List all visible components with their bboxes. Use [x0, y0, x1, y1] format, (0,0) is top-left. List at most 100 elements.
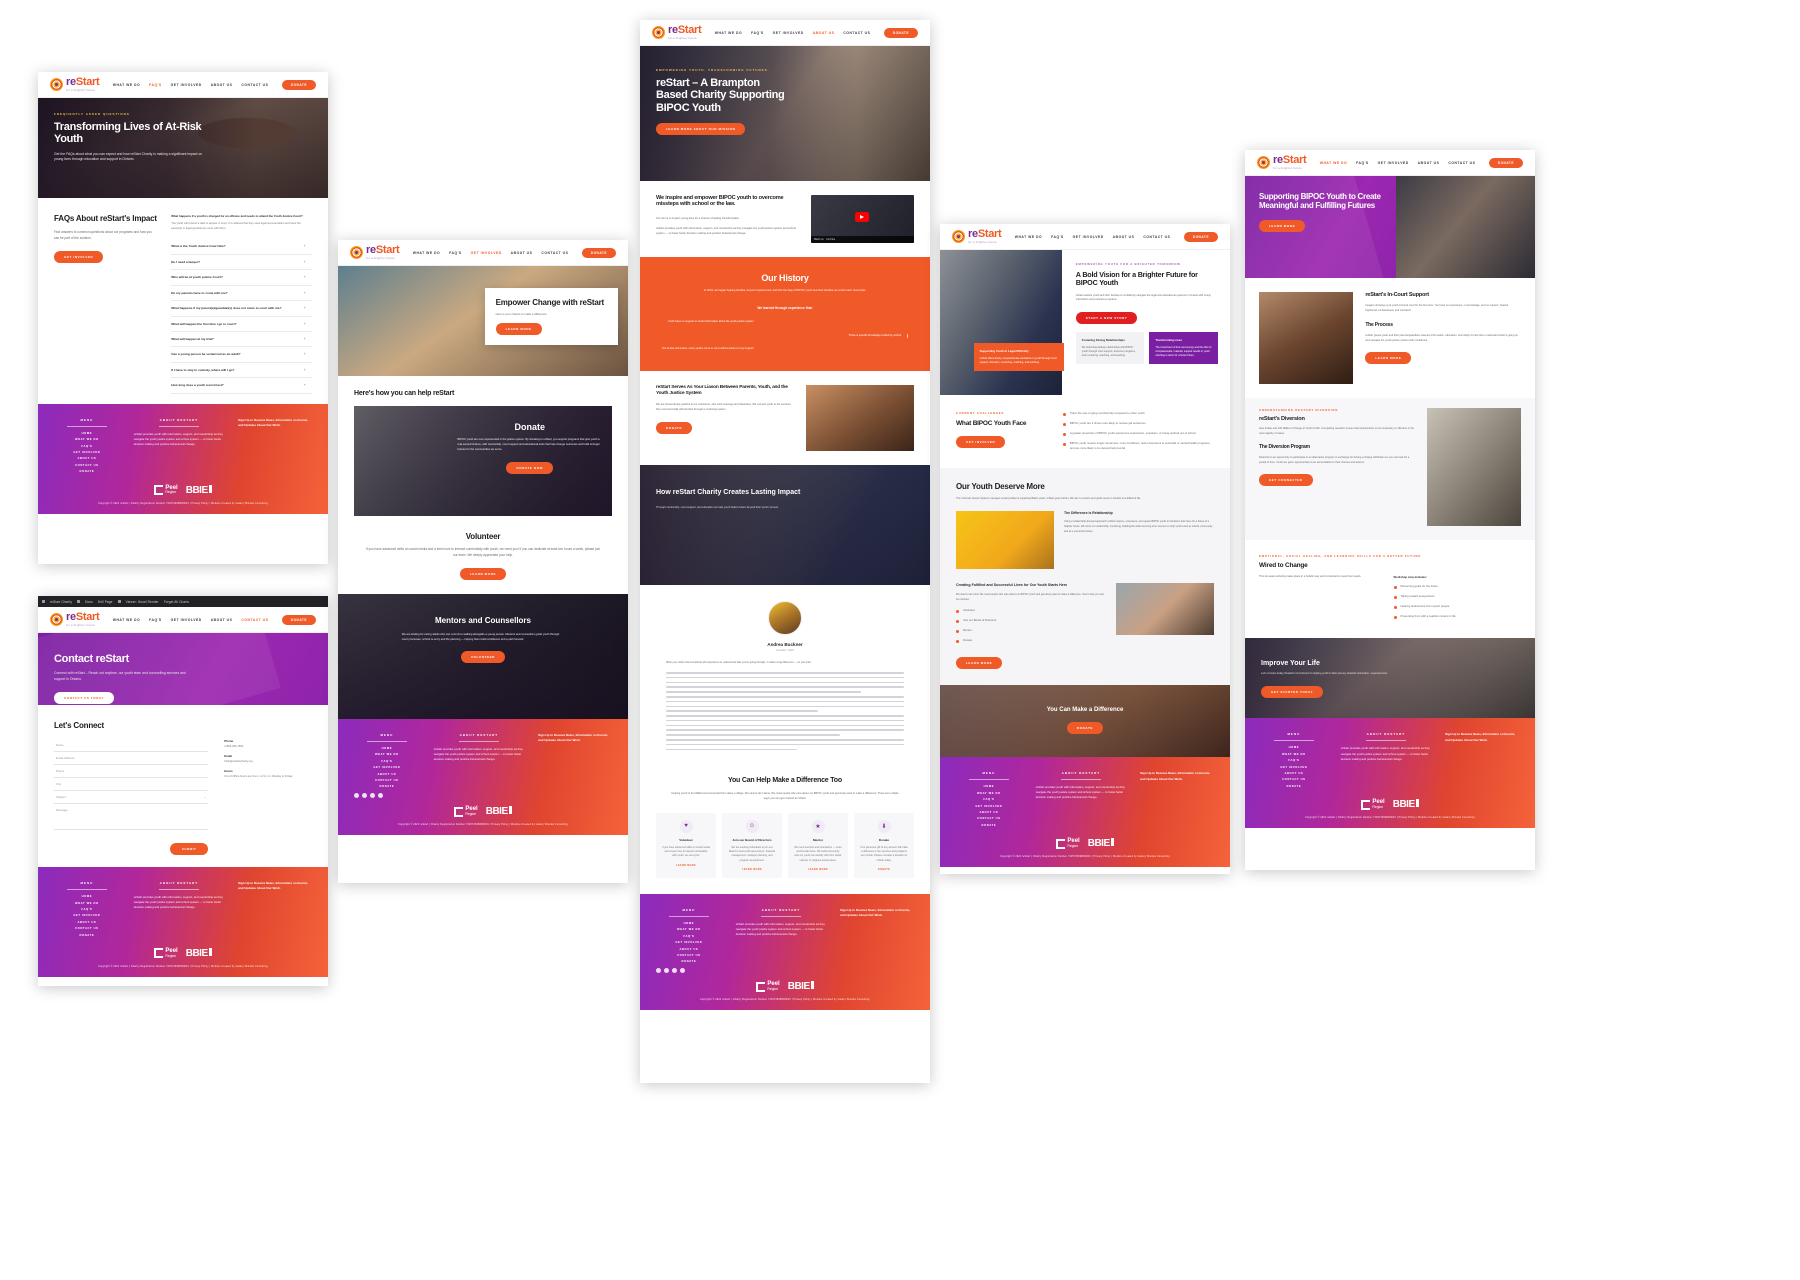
liaison-donate-button[interactable]: DONATE: [656, 422, 693, 435]
footer-link-about-us[interactable]: ABOUT US: [1261, 772, 1327, 775]
footer-link-what-we-do[interactable]: WHAT WE DO: [54, 902, 120, 905]
nav-get-involved[interactable]: GET INVOLVED: [1378, 161, 1409, 165]
bookmark-4[interactable]: Forget All Charts: [164, 600, 189, 604]
footer-link-what-we-do[interactable]: WHAT WE DO: [354, 753, 420, 756]
donate-button[interactable]: DONATE: [1183, 231, 1218, 242]
nav-faqs[interactable]: FAQ'S: [449, 251, 462, 255]
nav-get-involved[interactable]: GET INVOLVED: [1073, 235, 1104, 239]
start-new-story-button[interactable]: START A NEW STORY: [1075, 312, 1138, 325]
footer-link-home[interactable]: HOME: [956, 785, 1022, 788]
nav-faqs[interactable]: FAQ'S: [751, 31, 764, 35]
footer-link-donate[interactable]: DONATE: [956, 824, 1022, 827]
faq-item[interactable]: Who will be at youth justice Court? +: [171, 270, 312, 286]
page-faq[interactable]: reStart for a brighter future WHAT WE DO…: [38, 72, 328, 564]
footer-link-donate[interactable]: DONATE: [354, 785, 420, 788]
video-embed[interactable]: Watch on YouTube: [810, 195, 914, 243]
page-support[interactable]: reStart for a brighter future WHAT WE DO…: [1245, 150, 1535, 870]
card-link[interactable]: DONATE: [860, 868, 908, 871]
nav-what-we-do[interactable]: WHAT WE DO: [1320, 161, 1347, 165]
faq-item[interactable]: If I have to stay in custody, where will…: [171, 363, 312, 379]
footer-link-get-involved[interactable]: GET INVOLVED: [656, 941, 722, 944]
nav-get-involved[interactable]: GET INVOLVED: [171, 83, 202, 87]
page-home[interactable]: reStart for a brighter future WHAT WE DO…: [640, 20, 930, 1083]
footer-link-faqs[interactable]: FAQ'S: [354, 760, 420, 763]
card-link[interactable]: LEARN MORE: [728, 868, 776, 871]
footer-link-donate[interactable]: DONATE: [54, 934, 120, 937]
nav-about-us[interactable]: ABOUT US: [1113, 235, 1135, 239]
footer-link-contact-us[interactable]: CONTACT US: [656, 954, 722, 957]
social-links[interactable]: [354, 793, 420, 799]
nav-get-involved[interactable]: GET INVOLVED: [773, 31, 804, 35]
nav-about-us[interactable]: ABOUT US: [211, 618, 233, 622]
volunteer-learn-more-button[interactable]: LEARN MORE: [459, 568, 507, 581]
contact-cta-button[interactable]: CONTACT US TODAY: [54, 691, 115, 704]
donate-button[interactable]: DONATE: [1488, 157, 1523, 168]
nav-about-us[interactable]: ABOUT US: [511, 251, 533, 255]
get-connected-button[interactable]: GET CONNECTED: [1259, 474, 1313, 487]
footer-link-contact-us[interactable]: CONTACT US: [54, 927, 120, 930]
footer-link-get-involved[interactable]: GET INVOLVED: [354, 766, 420, 769]
footer-link-about-us[interactable]: ABOUT US: [354, 773, 420, 776]
footer-link-donate[interactable]: DONATE: [1261, 785, 1327, 788]
nav-what-we-do[interactable]: WHAT WE DO: [715, 31, 742, 35]
footer-link-home[interactable]: HOME: [1261, 746, 1327, 749]
help-card[interactable]: ★ Mentor We need mentors and counsellors…: [788, 812, 848, 878]
card-link[interactable]: LEARN MORE: [662, 864, 710, 867]
fulfilled-learn-more-button[interactable]: LEARN MORE: [956, 657, 1003, 670]
footer-link-what-we-do[interactable]: WHAT WE DO: [54, 438, 120, 441]
footer-link-donate[interactable]: DONATE: [54, 470, 120, 473]
learn-more-mission-button[interactable]: LEARN MORE ABOUT OUR MISSION: [656, 122, 746, 135]
nav-contact-us[interactable]: CONTACT US: [843, 31, 870, 35]
logo[interactable]: reStart for a brighter future: [350, 245, 400, 260]
help-card[interactable]: ♥ Volunteer If you have advanced skills …: [656, 812, 716, 878]
nav-what-we-do[interactable]: WHAT WE DO: [113, 83, 140, 87]
footer-link-home[interactable]: HOME: [656, 922, 722, 925]
logo[interactable]: reStart for a brighter future: [50, 77, 100, 92]
footer-link-home[interactable]: HOME: [54, 432, 120, 435]
logo[interactable]: reStart for a brighter future: [652, 25, 702, 40]
nav-about-us[interactable]: ABOUT US: [211, 83, 233, 87]
bookmark-2[interactable]: Drill Page: [98, 600, 113, 604]
footer-link-contact-us[interactable]: CONTACT US: [956, 817, 1022, 820]
footer-link-get-involved[interactable]: GET INVOLVED: [54, 451, 120, 454]
subject-field[interactable]: Subject: [56, 795, 66, 799]
logo[interactable]: reStart for a brighter future: [1257, 155, 1307, 170]
footer-link-contact-us[interactable]: CONTACT US: [54, 464, 120, 467]
nav-what-we-do[interactable]: WHAT WE DO: [113, 618, 140, 622]
nav-contact-us[interactable]: CONTACT US: [1143, 235, 1170, 239]
get-started-button[interactable]: GET STARTED TODAY: [1261, 686, 1324, 699]
footer-link-what-we-do[interactable]: WHAT WE DO: [656, 928, 722, 931]
nav-what-we-do[interactable]: WHAT WE DO: [1015, 235, 1042, 239]
difference-donate-button[interactable]: DONATE: [1066, 722, 1104, 735]
bookmark-0[interactable]: reStart Charity: [50, 600, 72, 604]
nav-contact-us[interactable]: CONTACT US: [241, 83, 268, 87]
main-nav[interactable]: WHAT WE DO FAQ'S GET INVOLVED ABOUT US C…: [1015, 235, 1171, 239]
footer-link-about-us[interactable]: ABOUT US: [54, 921, 120, 924]
support-learn-more-button[interactable]: LEARN MORE: [1259, 219, 1306, 232]
incourt-learn-more-button[interactable]: LEARN MORE: [1365, 352, 1412, 365]
nav-about-us[interactable]: ABOUT US: [813, 31, 835, 35]
help-card[interactable]: ⬇ Donate Your generous gift of any amoun…: [854, 812, 914, 878]
main-nav[interactable]: WHAT WE DO FAQ'S GET INVOLVED ABOUT US C…: [113, 618, 269, 622]
faq-item[interactable]: Do my parents have to come with me? +: [171, 286, 312, 302]
main-nav[interactable]: WHAT WE DO FAQ'S GET INVOLVED ABOUT US C…: [1320, 161, 1476, 165]
phone-field[interactable]: Phone: [54, 765, 209, 779]
donate-button[interactable]: DONATE: [281, 614, 316, 625]
nav-what-we-do[interactable]: WHAT WE DO: [413, 251, 440, 255]
page-get-involved[interactable]: reStart for a brighter future WHAT WE DO…: [338, 240, 628, 883]
faq-item[interactable]: Do I need a lawyer? +: [171, 255, 312, 271]
page-vision[interactable]: reStart for a brighter future WHAT WE DO…: [940, 224, 1230, 874]
footer-link-home[interactable]: HOME: [354, 747, 420, 750]
nav-get-involved[interactable]: GET INVOLVED: [171, 618, 202, 622]
faq-item[interactable]: What will happen at my trial? +: [171, 332, 312, 348]
nav-contact-us[interactable]: CONTACT US: [241, 618, 268, 622]
footer-link-about-us[interactable]: ABOUT US: [656, 948, 722, 951]
donate-button[interactable]: DONATE: [281, 79, 316, 90]
donate-button[interactable]: DONATE: [883, 27, 918, 38]
browser-bookmark-bar[interactable]: reStart Charity Docs Drill Page Viewer: …: [38, 596, 328, 607]
donate-now-button[interactable]: DONATE NOW: [506, 461, 554, 474]
footer-link-what-we-do[interactable]: WHAT WE DO: [1261, 753, 1327, 756]
nav-contact-us[interactable]: CONTACT US: [1448, 161, 1475, 165]
footer-link-get-involved[interactable]: GET INVOLVED: [956, 805, 1022, 808]
footer-link-about-us[interactable]: ABOUT US: [54, 457, 120, 460]
